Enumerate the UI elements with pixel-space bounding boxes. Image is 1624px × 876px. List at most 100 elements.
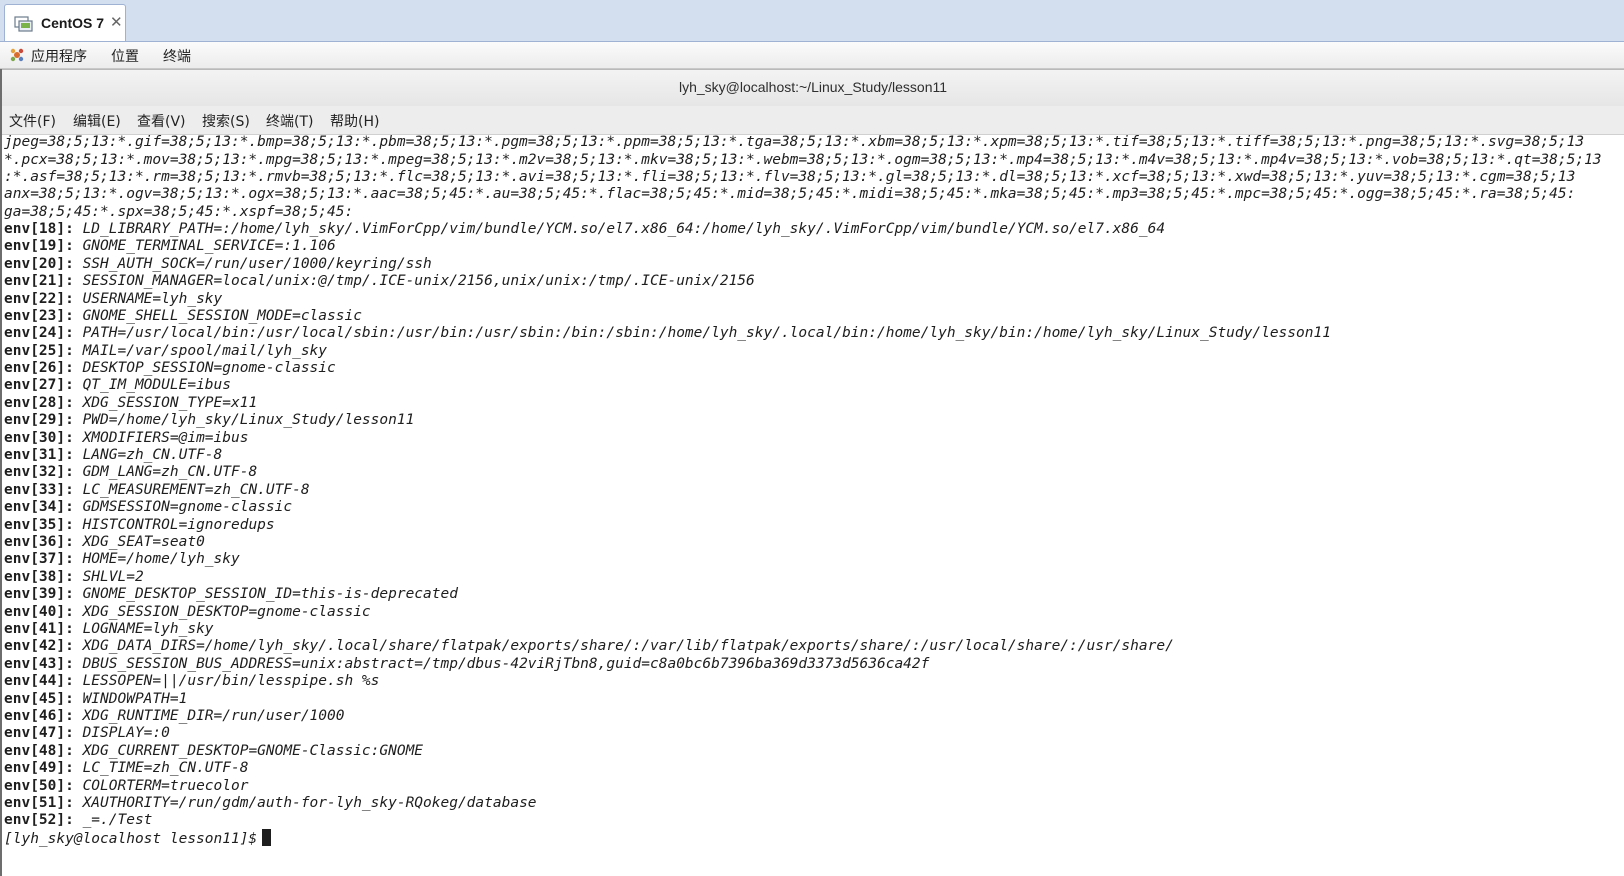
env-line: env[22]: USERNAME=lyh_sky (4, 290, 222, 308)
env-line: env[49]: LC_TIME=zh_CN.UTF-8 (4, 759, 248, 777)
vm-tab-centos[interactable]: CentOS 7 ✕ (4, 4, 126, 41)
env-value: XDG_SEAT=seat0 (82, 534, 205, 550)
env-index: env[22]: (4, 291, 83, 307)
env-line: env[34]: GDMSESSION=gnome-classic (4, 498, 292, 516)
shell-prompt: [lyh_sky@localhost lesson11]$ (4, 831, 258, 847)
env-index: env[23]: (4, 308, 83, 324)
places-menu[interactable]: 位置 (111, 46, 139, 66)
env-value: GNOME_SHELL_SESSION_MODE=classic (82, 308, 362, 324)
env-value: COLORTERM=truecolor (82, 778, 249, 794)
terminal-line: ga=38;5;45:*.spx=38;5;45:*.xspf=38;5;45: (4, 204, 354, 220)
env-line: env[41]: LOGNAME=lyh_sky (4, 620, 214, 638)
terminal-output-area[interactable]: jpeg=38;5;13:*.gif=38;5;13:*.bmp=38;5;13… (2, 135, 1624, 876)
menu-view[interactable]: 查看(V) (137, 111, 186, 131)
env-value: LANG=zh_CN.UTF-8 (82, 447, 223, 463)
env-value: XMODIFIERS=@im=ibus (82, 430, 249, 446)
env-value: HOME=/home/lyh_sky (82, 551, 240, 567)
env-value: XDG_SESSION_TYPE=x11 (82, 395, 258, 411)
env-value: PATH=/usr/local/bin:/usr/local/sbin:/usr… (82, 325, 1331, 341)
env-line: env[25]: MAIL=/var/spool/mail/lyh_sky (4, 342, 327, 360)
env-line: env[42]: XDG_DATA_DIRS=/home/lyh_sky/.lo… (4, 637, 1174, 655)
menu-edit[interactable]: 编辑(E) (73, 111, 121, 131)
terminal-menu-bar: 文件(F) 编辑(E) 查看(V) 搜索(S) 终端(T) 帮助(H) (2, 106, 1624, 135)
applications-menu[interactable]: 应用程序 (31, 46, 87, 66)
env-line: env[23]: GNOME_SHELL_SESSION_MODE=classi… (4, 307, 362, 325)
env-index: env[30]: (4, 430, 83, 446)
env-index: env[43]: (4, 656, 83, 672)
env-value: GNOME_DESKTOP_SESSION_ID=this-is-depreca… (82, 586, 458, 602)
env-index: env[36]: (4, 534, 83, 550)
menu-help[interactable]: 帮助(H) (330, 111, 379, 131)
window-title-bar[interactable]: lyh_sky@localhost:~/Linux_Study/lesson11 (2, 69, 1624, 107)
env-line: env[36]: XDG_SEAT=seat0 (4, 533, 205, 551)
env-value: _=./Test (82, 812, 153, 828)
env-index: env[33]: (4, 482, 83, 498)
env-index: env[37]: (4, 551, 83, 567)
window-title: lyh_sky@localhost:~/Linux_Study/lesson11 (678, 79, 948, 95)
env-index: env[18]: (4, 221, 83, 237)
env-index: env[42]: (4, 638, 83, 654)
env-value: XAUTHORITY=/run/gdm/auth-for-lyh_sky-RQo… (82, 795, 537, 811)
env-line: env[37]: HOME=/home/lyh_sky (4, 550, 240, 568)
env-value: USERNAME=lyh_sky (82, 291, 223, 307)
env-index: env[35]: (4, 517, 83, 533)
env-line: env[35]: HISTCONTROL=ignoredups (4, 516, 275, 534)
env-value: GDMSESSION=gnome-classic (82, 499, 293, 515)
env-value: LOGNAME=lyh_sky (82, 621, 214, 637)
env-index: env[24]: (4, 325, 83, 341)
env-index: env[27]: (4, 377, 83, 393)
env-value: PWD=/home/lyh_sky/Linux_Study/lesson11 (82, 412, 415, 428)
env-line: env[28]: XDG_SESSION_TYPE=x11 (4, 394, 257, 412)
env-value: GDM_LANG=zh_CN.UTF-8 (82, 464, 258, 480)
env-line: env[19]: GNOME_TERMINAL_SERVICE=:1.106 (4, 237, 336, 255)
env-line: env[31]: LANG=zh_CN.UTF-8 (4, 446, 222, 464)
env-line: env[38]: SHLVL=2 (4, 568, 144, 586)
env-index: env[39]: (4, 586, 83, 602)
env-line: env[48]: XDG_CURRENT_DESKTOP=GNOME-Class… (4, 742, 423, 760)
env-value: LC_MEASUREMENT=zh_CN.UTF-8 (82, 482, 310, 498)
close-icon[interactable]: ✕ (110, 13, 123, 31)
env-value: LESSOPEN=||/usr/bin/lesspipe.sh %s (82, 673, 380, 689)
env-line: env[30]: XMODIFIERS=@im=ibus (4, 429, 248, 447)
env-line: env[18]: LD_LIBRARY_PATH=:/home/lyh_sky/… (4, 220, 1165, 238)
env-index: env[28]: (4, 395, 83, 411)
env-value: WINDOWPATH=1 (82, 691, 188, 707)
menu-search[interactable]: 搜索(S) (202, 111, 250, 131)
terminal-line: *.pcx=38;5;13:*.mov=38;5;13:*.mpg=38;5;1… (4, 152, 1602, 168)
env-index: env[49]: (4, 760, 83, 776)
env-index: env[41]: (4, 621, 83, 637)
menu-terminal[interactable]: 终端(T) (266, 111, 313, 131)
menu-file[interactable]: 文件(F) (9, 111, 56, 131)
env-line: env[20]: SSH_AUTH_SOCK=/run/user/1000/ke… (4, 255, 432, 273)
env-line: env[39]: GNOME_DESKTOP_SESSION_ID=this-i… (4, 585, 458, 603)
shell-prompt-line[interactable]: [lyh_sky@localhost lesson11]$ (4, 829, 272, 848)
env-value: DESKTOP_SESSION=gnome-classic (82, 360, 336, 376)
env-line: env[26]: DESKTOP_SESSION=gnome-classic (4, 359, 336, 377)
env-value: XDG_CURRENT_DESKTOP=GNOME-Classic:GNOME (82, 743, 424, 759)
env-line: env[24]: PATH=/usr/local/bin:/usr/local/… (4, 324, 1331, 342)
env-value: GNOME_TERMINAL_SERVICE=:1.106 (82, 238, 336, 254)
terminal-line: anx=38;5;13:*.ogv=38;5;13:*.ogx=38;5;13:… (4, 186, 1576, 202)
env-index: env[34]: (4, 499, 83, 515)
env-value: SESSION_MANAGER=local/unix:@/tmp/.ICE-un… (82, 273, 755, 289)
env-value: DBUS_SESSION_BUS_ADDRESS=unix:abstract=/… (82, 656, 930, 672)
env-index: env[20]: (4, 256, 83, 272)
env-value: XDG_RUNTIME_DIR=/run/user/1000 (82, 708, 345, 724)
env-line: env[45]: WINDOWPATH=1 (4, 690, 187, 708)
env-index: env[40]: (4, 604, 83, 620)
env-index: env[19]: (4, 238, 83, 254)
env-value: QT_IM_MODULE=ibus (82, 377, 231, 393)
env-index: env[44]: (4, 673, 83, 689)
env-index: env[38]: (4, 569, 83, 585)
terminal-line: jpeg=38;5;13:*.gif=38;5;13:*.bmp=38;5;13… (4, 135, 1585, 150)
text-cursor (262, 829, 272, 846)
env-index: env[50]: (4, 778, 83, 794)
env-value: DISPLAY=:0 (82, 725, 170, 741)
env-index: env[51]: (4, 795, 83, 811)
gnome-top-bar: 应用程序 位置 终端 (0, 42, 1624, 69)
env-index: env[52]: (4, 812, 83, 828)
env-index: env[31]: (4, 447, 83, 463)
env-line: env[44]: LESSOPEN=||/usr/bin/lesspipe.sh… (4, 672, 379, 690)
terminal-app-menu[interactable]: 终端 (163, 46, 191, 66)
env-line: env[52]: _=./Test (4, 811, 152, 829)
